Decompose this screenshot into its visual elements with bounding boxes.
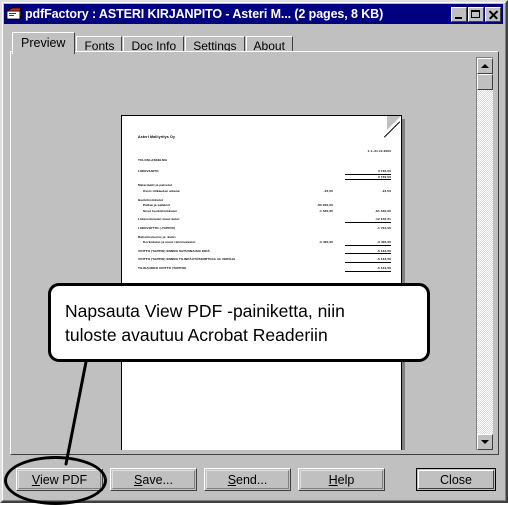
send-button[interactable]: Send... bbox=[204, 468, 291, 491]
doc-row: VOITTO (TAPPIO) ENNEN SATUNNAISIA ERIÄ -5… bbox=[138, 249, 391, 255]
help-button[interactable]: Help bbox=[298, 468, 385, 491]
scroll-up-arrow-icon[interactable] bbox=[477, 58, 493, 74]
doc-period: 1.1.-31.12.2003 bbox=[367, 149, 391, 153]
view-pdf-label: iew PDF bbox=[39, 472, 88, 487]
doc-heading-line: TULOSLASKELMA bbox=[138, 158, 391, 164]
doc-row-label bbox=[138, 175, 281, 181]
doc-row-amount-2: -5 134,50 bbox=[345, 257, 391, 263]
close-dialog-button[interactable]: Close bbox=[416, 468, 496, 491]
doc-row-label: Sivut henkilöstökulut bbox=[143, 208, 177, 213]
doc-row: Ostot tilikauden aikana -22,50 -22,50 bbox=[138, 189, 391, 195]
dialog-button-bar: View PDF Save... Send... Help Close bbox=[10, 460, 502, 498]
doc-row-label: Ostot tilikauden aikana bbox=[143, 188, 180, 193]
doc-row-amount-1: -1 540,00 bbox=[318, 208, 333, 213]
pdffactory-app-icon bbox=[5, 6, 22, 22]
doc-row-amount-2: -1 734,50 bbox=[376, 225, 391, 230]
doc-row-amount-2: 3 730,00 bbox=[345, 175, 391, 181]
doc-row-amount-1 bbox=[281, 266, 333, 272]
doc-row: TILIKAUDEN VOITTO (TAPPIO) -5 134,50 bbox=[138, 266, 391, 272]
doc-company-line: Asteri Malliyritys Oy bbox=[138, 134, 391, 140]
doc-row-amount-2: -3 400,00 bbox=[345, 240, 391, 246]
doc-company: Asteri Malliyritys Oy bbox=[138, 135, 176, 139]
doc-row: Liiketoiminnan muut kulut -12 150,31 bbox=[138, 217, 391, 223]
maximize-button[interactable] bbox=[468, 6, 484, 22]
save-button[interactable]: Save... bbox=[110, 468, 197, 491]
tab-preview[interactable]: Preview bbox=[12, 32, 76, 54]
help-accel: H bbox=[328, 472, 338, 487]
doc-row-label: Korkokulut ja muut rahoituskulut bbox=[143, 240, 196, 245]
doc-row-label: LIIKEVOITTO (-TAPPIO) bbox=[138, 225, 176, 230]
window-title: pdfFactory : ASTERI KIRJANPITO - Asteri … bbox=[25, 7, 384, 21]
minimize-button[interactable] bbox=[451, 6, 467, 22]
view-pdf-accel: V bbox=[31, 472, 40, 487]
doc-row-amount-1 bbox=[281, 217, 333, 223]
doc-rows: LIIKEVAIHTO 3 730,00 3 730,00 Materiaalit j… bbox=[138, 169, 391, 272]
document-content: Asteri Malliyritys Oy 1.1.-31.12.2003 TU… bbox=[138, 134, 391, 272]
send-accel: S bbox=[227, 472, 237, 487]
tab-panel: Asteri Malliyritys Oy 1.1.-31.12.2003 TU… bbox=[10, 51, 499, 455]
pdffactory-window: pdfFactory : ASTERI KIRJANPITO - Asteri … bbox=[0, 0, 508, 505]
doc-row-amount-2: -5 134,50 bbox=[345, 266, 391, 272]
doc-period-line: 1.1.-31.12.2003 bbox=[138, 149, 391, 155]
doc-row: VOITTO (TAPPIO) ENNEN TILINPÄÄTÖSSIIRTOJ… bbox=[138, 257, 391, 263]
doc-row-amount-1 bbox=[281, 226, 333, 232]
scrollbar-thumb[interactable] bbox=[477, 74, 493, 90]
doc-row-amount-2: -81 540,00 bbox=[375, 208, 391, 213]
page-fold-corner-icon bbox=[387, 116, 401, 130]
scroll-down-arrow-icon[interactable] bbox=[477, 434, 493, 450]
doc-row-amount-1 bbox=[281, 175, 333, 181]
view-pdf-button[interactable]: View PDF bbox=[16, 468, 103, 491]
doc-row-label: Liiketoiminnan muut kulut bbox=[138, 217, 180, 222]
doc-row: Sivut henkilöstökulut -1 540,00 -81 540,00 bbox=[138, 209, 391, 215]
doc-row-label: VOITTO (TAPPIO) ENNEN TILINPÄÄTÖSSIIRTOJ… bbox=[138, 257, 236, 262]
doc-row-amount-2: -5 134,50 bbox=[345, 249, 391, 255]
save-label: ave... bbox=[142, 472, 173, 487]
doc-row-amount-1 bbox=[281, 257, 333, 263]
close-window-button[interactable] bbox=[485, 6, 501, 22]
title-bar[interactable]: pdfFactory : ASTERI KIRJANPITO - Asteri … bbox=[4, 4, 503, 24]
doc-row-amount-1: -22,50 bbox=[323, 188, 333, 193]
instruction-callout: Napsauta View PDF -painiketta, niin tulo… bbox=[48, 283, 430, 362]
doc-row-label: VOITTO (TAPPIO) ENNEN SATUNNAISIA ERIÄ bbox=[138, 248, 210, 253]
help-label: elp bbox=[337, 472, 355, 487]
doc-row-amount-2: -22,50 bbox=[381, 188, 391, 193]
doc-row: LIIKEVOITTO (-TAPPIO) -1 734,50 bbox=[138, 226, 391, 232]
preview-vertical-scrollbar[interactable] bbox=[476, 57, 493, 450]
document-preview-area[interactable]: Asteri Malliyritys Oy 1.1.-31.12.2003 TU… bbox=[16, 57, 474, 450]
doc-row-label: TILIKAUDEN VOITTO (TAPPIO) bbox=[138, 265, 187, 270]
send-label: end... bbox=[236, 472, 268, 487]
doc-row-amount-1: -3 400,00 bbox=[318, 240, 333, 245]
scrollbar-track[interactable] bbox=[477, 74, 493, 434]
doc-row: 3 730,00 bbox=[138, 175, 391, 181]
callout-text: Napsauta View PDF -painiketta, niin tulo… bbox=[65, 300, 345, 345]
doc-row-amount-2: -12 150,31 bbox=[345, 217, 391, 223]
doc-row-amount-1 bbox=[281, 249, 333, 255]
close-dialog-label: Close bbox=[440, 472, 472, 487]
doc-row: Korkokulut ja muut rahoituskulut -3 400,0… bbox=[138, 240, 391, 246]
doc-heading: TULOSLASKELMA bbox=[138, 157, 168, 162]
